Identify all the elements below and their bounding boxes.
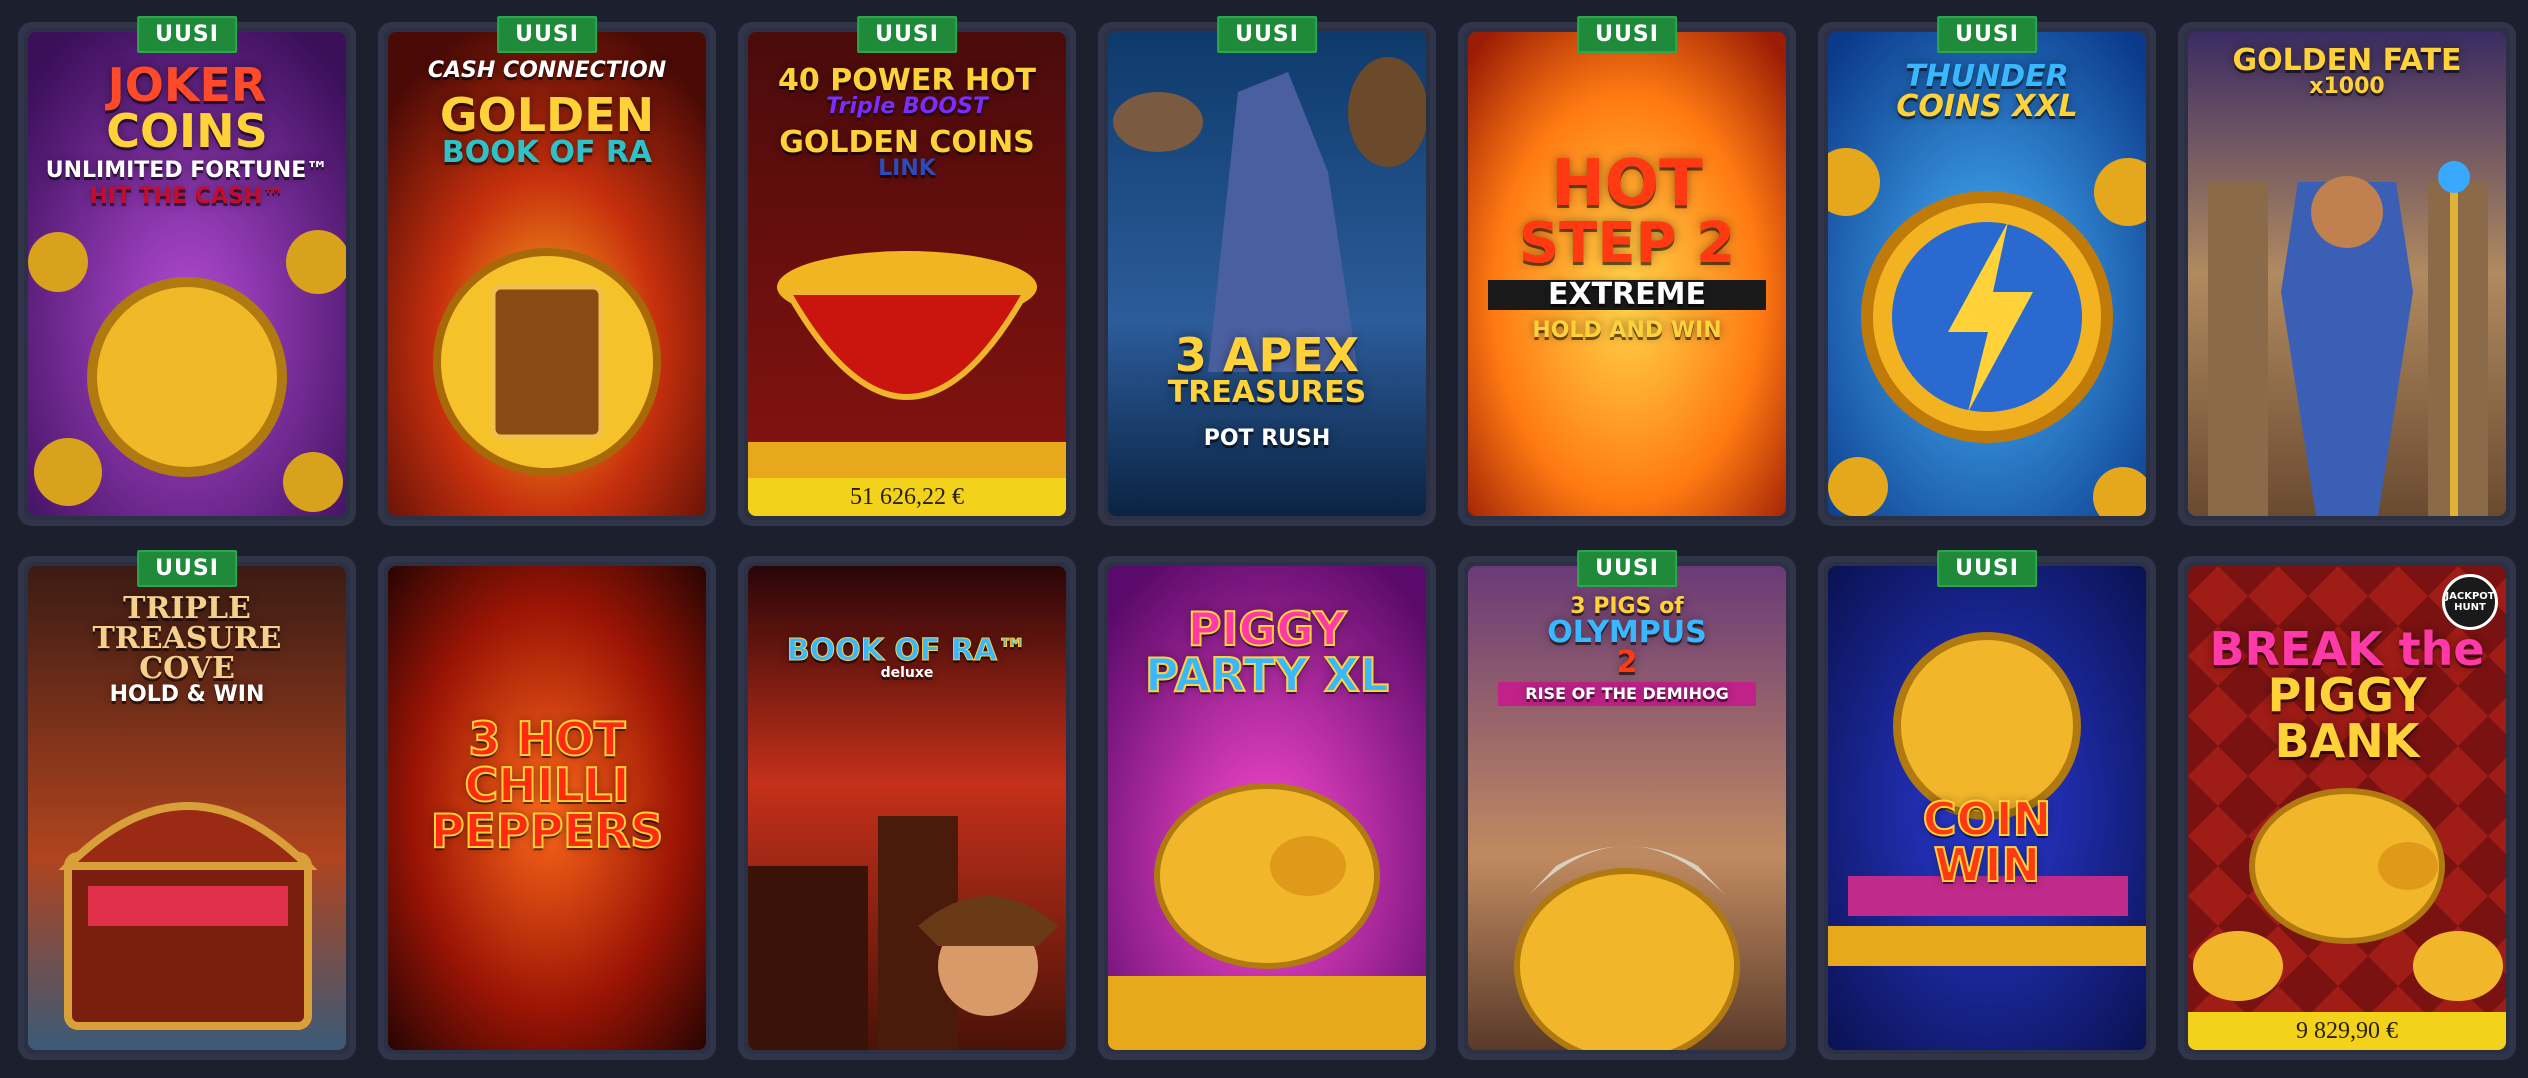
game-title-line: COINS <box>106 104 268 158</box>
game-title-line: TREASURE <box>92 621 282 656</box>
game-title-line: HIT THE CASH™ <box>89 184 285 209</box>
game-title-line: POT RUSH <box>1203 426 1331 451</box>
game-artwork: 40 POWER HOT Triple BOOST GOLDEN COINS L… <box>748 32 1066 516</box>
game-title-line: PIGGY BANK <box>2267 668 2427 768</box>
game-title-line: LINK <box>878 156 936 181</box>
game-artwork: 3 PIGS of OLYMPUS 2 RISE OF THE DEMIHOG <box>1468 566 1786 1050</box>
game-tile-40-power-hot[interactable]: UUSI 40 POWER HOT Triple BOOST GOLDEN CO… <box>738 16 1076 526</box>
game-tile-thunder-coins-xxl[interactable]: UUSI THUNDER COINS XXL <box>1818 16 2156 526</box>
game-tile-book-of-ra-deluxe[interactable]: BOOK OF RA™ deluxe <box>738 556 1076 1060</box>
game-title-line: HOT <box>1551 147 1703 221</box>
game-title-line: THUNDER <box>1905 59 2069 94</box>
game-title-line: CASH CONNECTION <box>427 58 667 83</box>
game-artwork: GOLDEN FATE x1000 <box>2188 32 2506 516</box>
game-title-line: OLYMPUS <box>1547 615 1707 650</box>
game-title-line: 3 HOT <box>467 712 626 766</box>
new-badge: UUSI <box>1937 16 2037 53</box>
new-badge: UUSI <box>137 16 237 53</box>
game-title-line: HOLD & WIN <box>109 682 265 707</box>
game-title-line: GOLDEN <box>439 88 655 142</box>
game-artwork: THUNDER COINS XXL <box>1828 32 2146 516</box>
game-tile-golden-fate[interactable]: GOLDEN FATE x1000 <box>2178 22 2516 526</box>
game-title-line: COVE <box>139 651 235 686</box>
game-tile-3-apex-treasures[interactable]: UUSI 3 APEX TREASURES POT RUSH <box>1098 16 1436 526</box>
game-title-line: EXTREME <box>1488 280 1766 310</box>
game-title-line: GOLDEN FATE <box>2232 43 2462 78</box>
game-artwork: BOOK OF RA™ deluxe <box>748 566 1066 1050</box>
game-title-line: JOKER <box>107 58 267 112</box>
game-title-line: PIGGY <box>1187 602 1348 656</box>
game-artwork: HOT STEP 2 EXTREME HOLD AND WIN <box>1468 32 1786 516</box>
game-artwork: TRIPLE TREASURE COVE HOLD & WIN <box>28 566 346 1050</box>
game-tile-joker-coins[interactable]: UUSI JOKER COINS UNLIMITED FORTUNE™ HIT … <box>18 16 356 526</box>
game-artwork: 3 HOT CHILLI PEPPERS <box>388 566 706 1050</box>
game-title-line: x1000 <box>2309 74 2385 99</box>
game-tile-3-hot-chilli-peppers[interactable]: 3 HOT CHILLI PEPPERS <box>378 556 716 1060</box>
new-badge: UUSI <box>1937 550 2037 587</box>
game-title-line: BOOK OF RA <box>441 135 653 170</box>
jackpot-hunt-icon: JACKPOT HUNT <box>2442 574 2498 630</box>
game-artwork: 3 APEX TREASURES POT RUSH <box>1108 32 1426 516</box>
game-artwork: COIN WIN <box>1828 566 2146 1050</box>
game-tile-triple-treasure-cove[interactable]: UUSI TRIPLE TREASURE COVE HOLD & WIN <box>18 550 356 1060</box>
jackpot-amount: 9 829,90 € <box>2188 1012 2506 1050</box>
game-title-line: TRIPLE <box>123 591 251 626</box>
game-title-line: BREAK the <box>2209 622 2485 676</box>
new-badge: UUSI <box>857 16 957 53</box>
game-tile-break-the-piggy-bank[interactable]: JACKPOT HUNT BREAK the PIGGY BANK 9 829,… <box>2178 556 2516 1060</box>
game-title-line: BOOK OF RA™ <box>786 633 1028 668</box>
game-tile-coin-win[interactable]: UUSI COIN WIN <box>1818 550 2156 1060</box>
new-badge: UUSI <box>497 16 597 53</box>
game-title-line: STEP 2 <box>1518 211 1736 276</box>
game-title-line: PEPPERS <box>430 804 665 858</box>
game-title-line: HOLD AND WIN <box>1532 318 1722 343</box>
game-title-line: GOLDEN COINS <box>779 125 1035 160</box>
game-grid: UUSI JOKER COINS UNLIMITED FORTUNE™ HIT … <box>0 0 2528 1078</box>
game-title-line: 2 <box>1616 645 1638 680</box>
game-title-line: deluxe <box>880 665 934 681</box>
game-title-line: COINS XXL <box>1896 89 2078 124</box>
game-tile-golden-book-of-ra[interactable]: UUSI CASH CONNECTION GOLDEN BOOK OF RA <box>378 16 716 526</box>
game-tile-piggy-party-xl[interactable]: PIGGY PARTY XL <box>1098 556 1436 1060</box>
game-title-line: TREASURES <box>1167 375 1367 410</box>
new-badge: UUSI <box>137 550 237 587</box>
game-title-line: 3 APEX <box>1174 328 1360 382</box>
game-artwork: JOKER COINS UNLIMITED FORTUNE™ HIT THE C… <box>28 32 346 516</box>
game-title-line: Triple BOOST <box>826 94 988 119</box>
new-badge: UUSI <box>1217 16 1317 53</box>
new-badge: UUSI <box>1577 16 1677 53</box>
game-title-line: 40 POWER HOT <box>778 63 1036 98</box>
jackpot-amount: 51 626,22 € <box>748 478 1066 516</box>
game-artwork: PIGGY PARTY XL <box>1108 566 1426 1050</box>
game-title-line: RISE OF THE DEMIHOG <box>1498 682 1756 706</box>
game-title-line: CHILLI <box>463 758 630 812</box>
game-tile-3-pigs-of-olympus-2[interactable]: UUSI 3 PIGS of OLYMPUS 2 RISE OF THE DEM… <box>1458 550 1796 1060</box>
game-artwork: JACKPOT HUNT BREAK the PIGGY BANK 9 829,… <box>2188 566 2506 1050</box>
game-title-line: PARTY XL <box>1144 648 1390 702</box>
game-title-line: COIN <box>1922 792 2052 846</box>
game-title-line: WIN <box>1933 838 2041 892</box>
game-tile-hot-step-2[interactable]: UUSI HOT STEP 2 EXTREME HOLD AND WIN <box>1458 16 1796 526</box>
game-title-line: UNLIMITED FORTUNE™ <box>45 158 329 183</box>
new-badge: UUSI <box>1577 550 1677 587</box>
game-artwork: CASH CONNECTION GOLDEN BOOK OF RA <box>388 32 706 516</box>
